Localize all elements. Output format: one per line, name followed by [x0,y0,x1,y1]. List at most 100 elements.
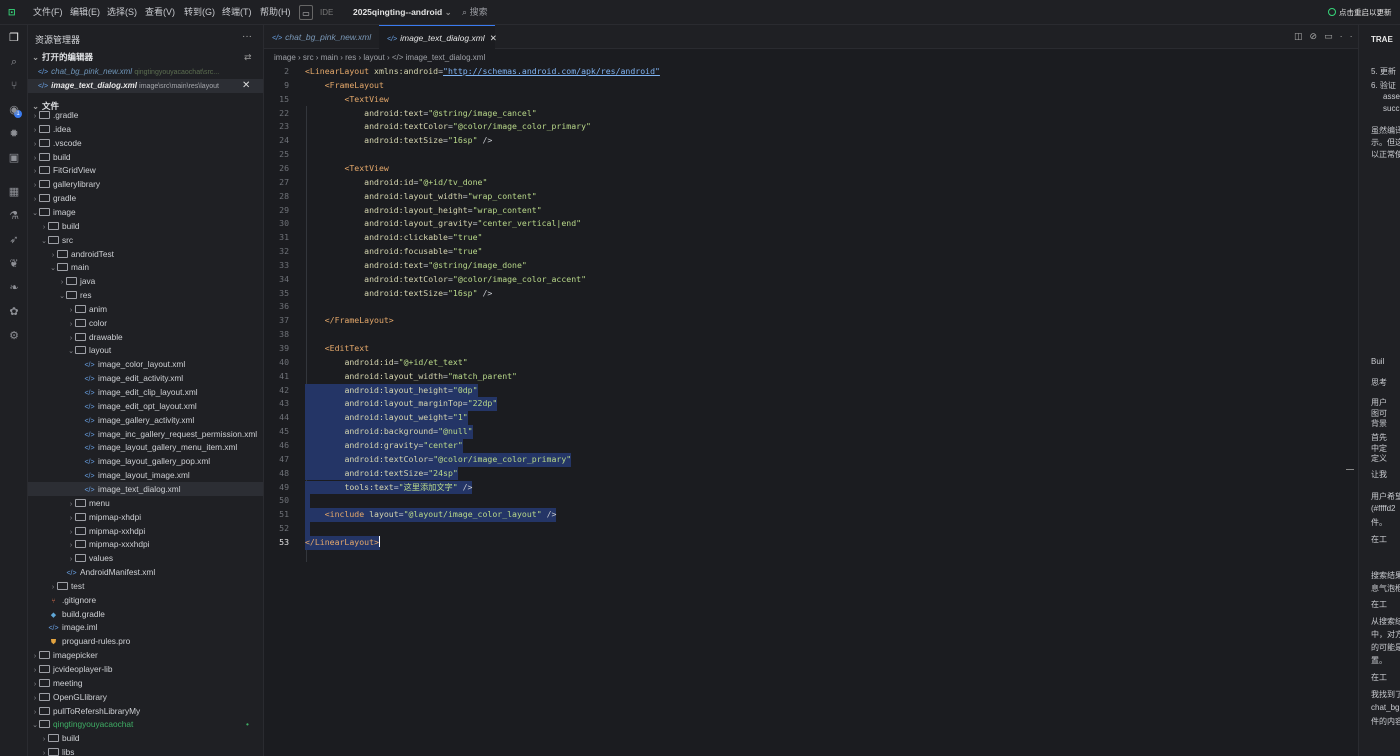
tree-item[interactable]: ⌄ src [28,233,263,247]
tree-item[interactable]: </> image_color_layout.xml [28,357,263,371]
tree-item[interactable]: ⛊ proguard-rules.pro [28,634,263,648]
tree-item[interactable]: › mipmap-xxxhdpi [28,537,263,551]
tree-item[interactable]: › meeting [28,676,263,690]
tree-item[interactable]: ◆ build.gradle [28,607,263,621]
code-line[interactable]: 29 android:layout_height="wrap_content" [264,204,1344,218]
update-button[interactable]: 点击重启以更新 [1328,0,1392,25]
tab-image-text-dialog[interactable]: </> image_text_dialog.xml ✕ [379,25,497,49]
code-line[interactable]: 26 <TextView [264,162,1344,176]
code-line[interactable]: 23 android:textColor="@color/image_color… [264,120,1344,134]
code-line[interactable]: 40 android:id="@+id/et_text" [264,356,1344,370]
tree-item[interactable]: › drawable [28,330,263,344]
code-line[interactable]: 32 android:focusable="true" [264,245,1344,259]
scrollbar-marker[interactable] [1346,469,1354,470]
bird-icon[interactable]: ❦ [7,257,21,271]
tree-item[interactable]: › jcvideoplayer-lib [28,662,263,676]
tree-item[interactable]: </> AndroidManifest.xml [28,565,263,579]
tree-item[interactable]: › .vscode [28,136,263,150]
tree-item[interactable]: </> image_text_dialog.xml [28,481,263,496]
code-line[interactable]: 34 android:textColor="@color/image_color… [264,273,1344,287]
breadcrumb-item[interactable]: main [321,53,338,62]
menu-item[interactable]: 终端(T) [222,0,252,25]
code-line[interactable]: 44 android:layout_weight="1" [264,411,1344,426]
code-line[interactable]: 52 [264,522,1344,536]
tree-item[interactable]: › androidTest [28,247,263,261]
breadcrumb-item[interactable]: </> image_text_dialog.xml [392,53,485,62]
menu-item[interactable]: 文件(F) [33,0,63,25]
tree-item[interactable]: › imagepicker [28,648,263,662]
code-line[interactable]: 2 <LinearLayout xmlns:android="http://sch… [264,65,1344,79]
remote-icon[interactable]: ▣ [7,151,21,165]
split-editor-icon[interactable]: ◫ [1294,31,1310,41]
code-line[interactable]: 22 android:text="@string/image_cancel" [264,107,1344,121]
tree-item[interactable]: › build [28,731,263,745]
menu-item[interactable]: 转到(G) [184,0,215,25]
layout-toggle-icon[interactable]: ▭ [299,5,313,20]
tree-item[interactable]: </> image_inc_gallery_request_permission.… [28,427,263,441]
code-line[interactable]: 9 <FrameLayout [264,79,1344,93]
code-line[interactable]: 25 [264,148,1344,162]
tree-item[interactable]: › OpenGLlibrary [28,690,263,704]
tree-item[interactable]: </> image_edit_opt_layout.xml [28,399,263,413]
tree-item[interactable]: ⌄ res [28,288,263,302]
code-line[interactable]: 36 [264,300,1344,314]
tab-chat-bg-pink-new[interactable]: </> chat_bg_pink_new.xml [264,25,375,49]
code-line[interactable]: 49 tools:text="这里添加文字" /> [264,480,1344,495]
tree-item[interactable]: › build [28,150,263,164]
tree-item[interactable]: › mipmap-xxhdpi [28,524,263,538]
tree-item[interactable]: </> image_edit_clip_layout.xml [28,385,263,399]
menu-item[interactable]: 编辑(E) [70,0,100,25]
code-line[interactable]: 51 <include layout="@layout/image_color_… [264,508,1344,522]
code-line[interactable]: 37 </FrameLayout> [264,314,1344,328]
menu-item[interactable]: 帮助(H) [260,0,291,25]
tree-item[interactable]: ⌄ image [28,205,263,219]
menu-item[interactable]: 选择(S) [107,0,137,25]
tree-item[interactable]: </> image_edit_activity.xml [28,371,263,385]
code-line[interactable]: 27 android:id="@+id/tv_done" [264,176,1344,190]
tree-item[interactable]: › .idea [28,122,263,136]
tree-item[interactable]: ⌄ layout [28,343,263,357]
eye-icon[interactable]: ◉ [7,103,21,117]
extensions-icon[interactable]: ▦ [7,185,21,199]
preview-icon[interactable]: ⊘ [1310,31,1325,41]
code-line[interactable]: 41 android:layout_width="match_parent" [264,370,1344,384]
tree-item[interactable]: › values [28,551,263,565]
code-line[interactable]: 46 android:gravity="center" [264,438,1344,453]
source-control-icon[interactable]: ⑂ [7,79,21,93]
tree-item[interactable]: › build [28,219,263,233]
close-all-icon[interactable]: ⇄ [244,52,252,63]
code-line[interactable]: 48 android:textSize="24sp" [264,466,1344,481]
code-line[interactable]: 24 android:textSize="16sp" /> [264,134,1344,148]
code-view[interactable]: 2 <LinearLayout xmlns:android="http://sch… [264,64,1358,756]
tree-item[interactable]: ⌄ qingtingyouyacaochat • [28,717,263,731]
tree-item[interactable]: › pullToRefershLibraryMy [28,704,263,718]
breadcrumb-item[interactable]: image [274,53,296,62]
code-line[interactable]: 35 android:textSize="16sp" /> [264,287,1344,301]
layout-icon[interactable]: ▭ [1324,31,1340,41]
tree-item[interactable]: › FitGridView [28,163,263,177]
code-line[interactable]: 28 android:layout_width="wrap_content" [264,190,1344,204]
code-line[interactable]: 31 android:clickable="true" [264,231,1344,245]
tree-item[interactable]: › java [28,274,263,288]
code-line[interactable]: 38 [264,328,1344,342]
search-icon[interactable]: ⌕ [7,55,21,69]
open-editors-header[interactable]: ⌄ 打开的编辑器 [32,51,93,64]
tree-item[interactable]: </> image_layout_gallery_menu_item.xml [28,440,263,454]
tree-item[interactable]: </> image_layout_gallery_pop.xml [28,454,263,468]
open-editor-item-active[interactable]: </> image_text_dialog.xml image\src\main\… [28,79,263,93]
bird-alt-icon[interactable]: ❧ [7,281,21,295]
breadcrumb-item[interactable]: src [303,53,314,62]
code-line[interactable]: 15 <TextView [264,93,1344,107]
tree-item[interactable]: </> image_layout_image.xml [28,468,263,482]
project-selector[interactable]: 2025qingting--android ⌄ [353,0,452,25]
tree-item[interactable]: </> image_gallery_activity.xml [28,413,263,427]
code-line[interactable]: 47 android:textColor="@color/image_color… [264,452,1344,467]
open-editor-item[interactable]: </> chat_bg_pink_new.xml qingtingyouyacao… [28,65,263,79]
tree-item[interactable]: › .gradle [28,108,263,122]
tree-item[interactable]: ⌄ main [28,260,263,274]
code-line[interactable]: 33 android:text="@string/image_done" [264,259,1344,273]
menu-item[interactable]: 查看(V) [145,0,175,25]
breadcrumb-item[interactable]: layout [363,53,384,62]
close-icon[interactable]: ✕ [242,79,250,93]
tree-item[interactable]: › libs [28,745,263,756]
